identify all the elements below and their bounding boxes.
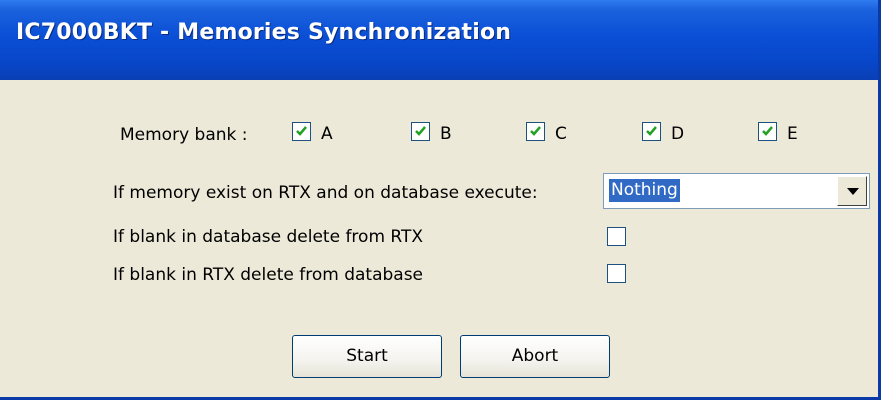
title-bar[interactable]: IC7000BKT - Memories Synchronization (0, 0, 878, 80)
bank-b-label: B (440, 124, 452, 144)
bank-e-checkbox[interactable] (758, 122, 777, 141)
abort-button[interactable]: Abort (460, 335, 610, 378)
bank-a-checkbox[interactable] (292, 122, 311, 141)
bank-e-label: E (787, 124, 798, 144)
bank-c-label: C (555, 124, 567, 144)
dropdown-button[interactable] (837, 176, 867, 206)
check-icon (646, 126, 657, 136)
conflict-action-select[interactable]: Nothing (603, 173, 870, 209)
bank-d-checkbox[interactable] (642, 122, 661, 141)
window-title: IC7000BKT - Memories Synchronization (16, 20, 512, 45)
check-icon (762, 126, 773, 136)
check-icon (530, 126, 541, 136)
conflict-action-value: Nothing (608, 178, 681, 203)
chevron-down-icon (847, 188, 859, 195)
dialog-window: IC7000BKT - Memories Synchronization Mem… (0, 0, 881, 400)
blank-rtx-label: If blank in RTX delete from database (113, 265, 424, 285)
bank-a-label: A (321, 124, 333, 144)
bank-b-checkbox[interactable] (411, 122, 430, 141)
blank-db-checkbox[interactable] (607, 227, 626, 246)
conflict-action-label: If memory exist on RTX and on database e… (113, 183, 538, 203)
blank-rtx-checkbox[interactable] (607, 264, 626, 283)
check-icon (415, 126, 426, 136)
memory-bank-label: Memory bank : (120, 125, 248, 145)
bank-d-label: D (671, 124, 685, 144)
bank-c-checkbox[interactable] (526, 122, 545, 141)
start-button[interactable]: Start (292, 335, 442, 378)
blank-db-label: If blank in database delete from RTX (113, 227, 424, 247)
check-icon (296, 126, 307, 136)
